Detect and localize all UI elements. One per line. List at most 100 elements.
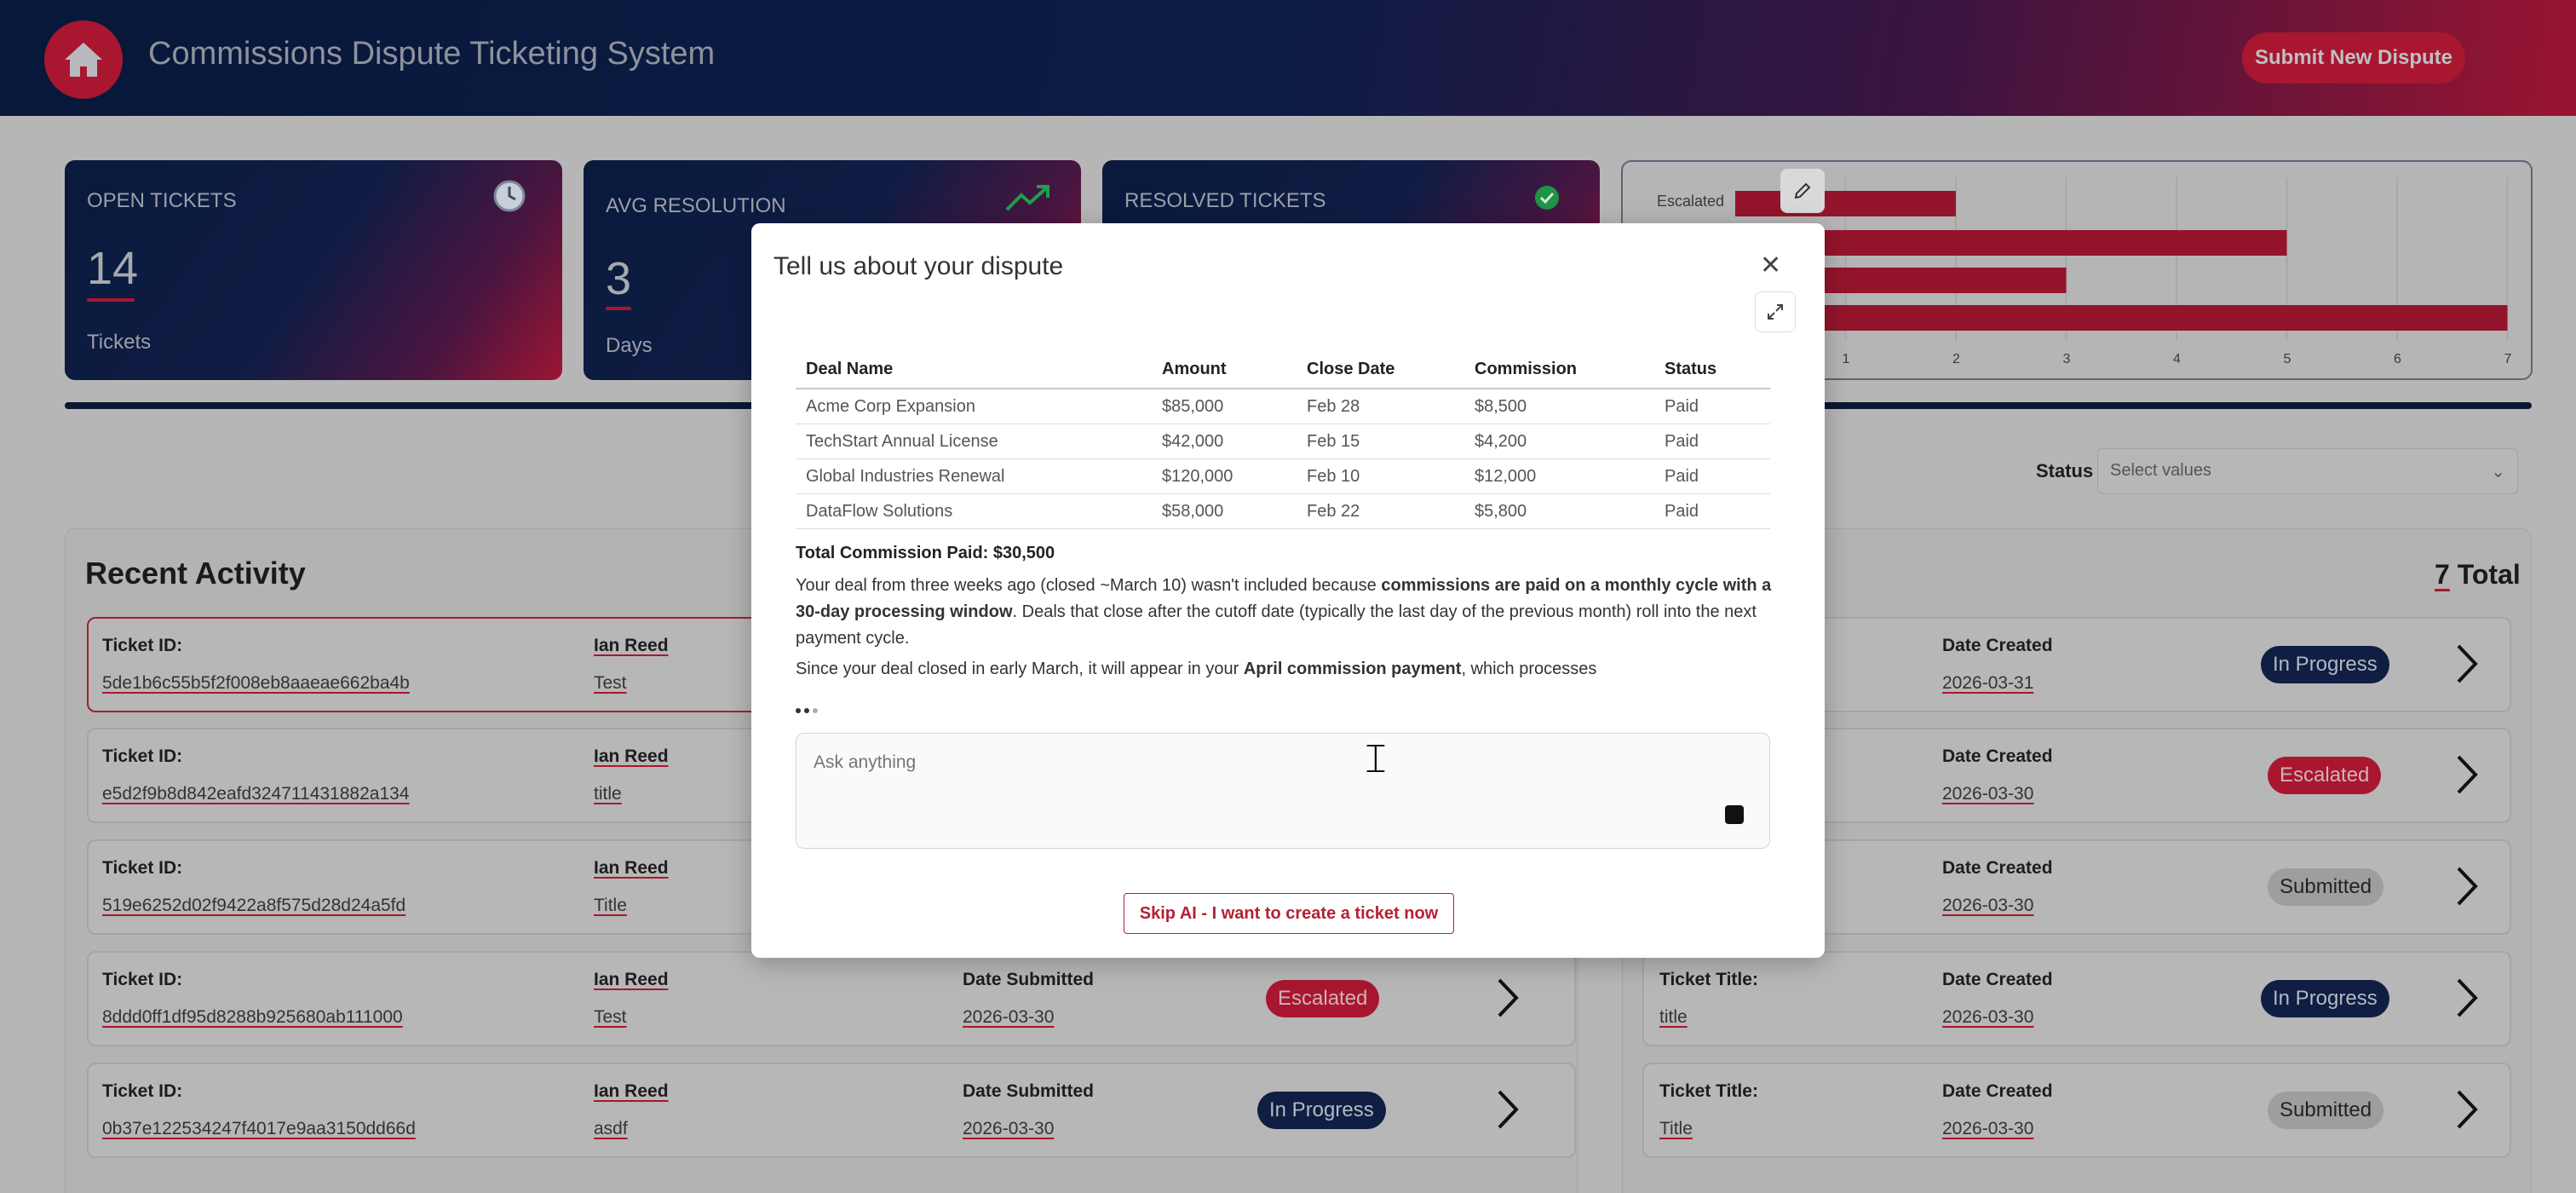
card-title: AVG RESOLUTION (606, 194, 786, 217)
status-badge: Escalated (2268, 757, 2382, 794)
status-badge: In Progress (2261, 646, 2389, 683)
ai-response-paragraph-2: Since your deal closed in early March, i… (796, 660, 1772, 679)
total-commission: Total Commission Paid: $30,500 (796, 544, 1055, 562)
expand-button[interactable] (1755, 291, 1796, 332)
status-filter-label: Status (2036, 460, 2094, 481)
date-created-label: Date Created (1942, 858, 2053, 878)
card-title: RESOLVED TICKETS (1124, 189, 1326, 212)
col-close-date: Close Date (1297, 353, 1464, 389)
status-badge: In Progress (2261, 980, 2389, 1017)
date-created-label: Date Created (1942, 970, 2053, 989)
date-submitted-value: 2026-03-30 (963, 1007, 1055, 1027)
status-cell: Paid (1654, 493, 1770, 529)
status-filter-select[interactable]: Select values ⌄ (2097, 448, 2518, 494)
x-tick-label: 5 (2284, 352, 2291, 366)
para-text: Your deal from three weeks ago (closed ~… (796, 576, 1382, 595)
date-created-value: 2026-03-30 (1942, 1007, 2034, 1027)
typing-indicator (796, 702, 821, 718)
ticket-id-label: Ticket ID: (102, 1081, 183, 1101)
pencil-icon (1794, 182, 1811, 199)
deals-table: Deal Name Amount Close Date Commission S… (796, 353, 1770, 529)
deal-row: Acme Corp Expansion $85,000 Feb 28 $8,500 Pa… (796, 389, 1770, 424)
close-date-cell: Feb 15 (1297, 424, 1464, 459)
skip-ai-button[interactable]: Skip AI - I want to create a ticket now (1124, 893, 1454, 934)
card-unit: Days (606, 334, 653, 357)
total-count-number: 7 (2435, 559, 2450, 590)
date-created-value: 2026-03-30 (1942, 784, 2034, 804)
modal-title: Tell us about your dispute (773, 252, 1064, 280)
x-tick-label: 7 (2504, 352, 2512, 366)
col-amount: Amount (1152, 353, 1297, 389)
deal-name-cell: Acme Corp Expansion (796, 389, 1152, 424)
table-header-row: Deal Name Amount Close Date Commission S… (796, 353, 1770, 389)
date-created-value: 2026-03-30 (1942, 896, 2034, 915)
chevron-right-icon[interactable] (2452, 977, 2481, 1019)
card-value: 3 (606, 253, 632, 304)
para-bold: April commission payment (1243, 660, 1462, 678)
chevron-right-icon[interactable] (1492, 977, 1521, 1019)
x-tick-label: 4 (2173, 352, 2181, 366)
date-submitted-label: Date Submitted (963, 970, 1095, 989)
clock-icon (493, 180, 526, 212)
chevron-right-icon[interactable] (2452, 753, 2481, 796)
submit-new-dispute-button[interactable]: Submit New Dispute (2242, 32, 2465, 84)
commission-cell: $12,000 (1464, 458, 1654, 494)
deal-name-cell: Global Industries Renewal (796, 458, 1152, 494)
ticket-title-label: Ticket Title: (1659, 970, 1758, 989)
para-text: , which processes (1461, 660, 1597, 678)
app-header: Commissions Dispute Ticketing System Sub… (0, 0, 2576, 116)
chevron-right-icon[interactable] (2452, 865, 2481, 908)
amount-cell: $120,000 (1152, 458, 1297, 494)
total-count: 7 Total (2435, 559, 2521, 591)
chevron-right-icon[interactable] (2452, 643, 2481, 685)
home-button[interactable] (44, 20, 123, 99)
ticket-user: Ian Reed (594, 636, 669, 655)
deal-row: DataFlow Solutions $58,000 Feb 22 $5,800 Pai… (796, 493, 1770, 529)
chevron-right-icon[interactable] (1492, 1088, 1521, 1131)
ticket-id-value[interactable]: 8ddd0ff1df95d8288b925680ab111000 (102, 1007, 403, 1028)
close-date-cell: Feb 10 (1297, 458, 1464, 494)
chevron-down-icon: ⌄ (2491, 463, 2505, 481)
ask-input[interactable] (814, 752, 1665, 773)
ticket-title-value[interactable]: Test (594, 1007, 627, 1028)
ticket-id-value[interactable]: 519e6252d02f9422a8f575d28d24a5fd (102, 896, 405, 916)
ticket-title-value[interactable]: title (594, 784, 622, 804)
card-value: 14 (87, 243, 139, 294)
x-tick-label: 6 (2394, 352, 2401, 366)
date-created-label: Date Created (1942, 636, 2053, 655)
card-title: OPEN TICKETS (87, 189, 237, 212)
total-count-suffix: Total (2449, 559, 2521, 590)
y-label-escalated: Escalated (1657, 193, 1725, 210)
deal-name-cell: TechStart Annual License (796, 424, 1152, 459)
card-unit: Tickets (87, 331, 152, 354)
commission-cell: $8,500 (1464, 389, 1654, 424)
ticket-user: Ian Reed (594, 970, 669, 989)
ticket-id-value[interactable]: 5de1b6c55b5f2f008eb8aaeae662ba4b (102, 673, 410, 694)
commission-cell: $4,200 (1464, 424, 1654, 459)
ticket-title-value[interactable]: Title (594, 896, 627, 916)
ticket-id-value[interactable]: e5d2f9b8d842eafd324711431882a134 (102, 784, 410, 804)
ticket-id-label: Ticket ID: (102, 970, 183, 989)
ticket-title-value[interactable]: Title (1659, 1119, 1693, 1139)
stop-icon[interactable] (1725, 805, 1744, 824)
close-date-cell: Feb 22 (1297, 493, 1464, 529)
close-date-cell: Feb 28 (1297, 389, 1464, 424)
ticket-id-label: Ticket ID: (102, 746, 183, 766)
ticket-title-value[interactable]: asdf (594, 1119, 628, 1139)
ticket-title-value[interactable]: title (1659, 1007, 1688, 1028)
amount-cell: $85,000 (1152, 389, 1297, 424)
amount-cell: $42,000 (1152, 424, 1297, 459)
ticket-id-value[interactable]: 0b37e122534247f4017e9aa3150dd66d (102, 1119, 416, 1139)
edit-button[interactable] (1780, 169, 1825, 213)
col-deal-name: Deal Name (796, 353, 1152, 389)
close-icon[interactable]: ✕ (1760, 251, 1781, 280)
chevron-right-icon[interactable] (2452, 1088, 2481, 1131)
app-title: Commissions Dispute Ticketing System (148, 36, 716, 72)
ticket-title-value[interactable]: Test (594, 673, 627, 694)
date-created-label: Date Created (1942, 1081, 2053, 1101)
date-submitted-value: 2026-03-30 (963, 1119, 1055, 1138)
expand-icon (1768, 304, 1783, 320)
ask-input-box[interactable] (796, 733, 1770, 849)
deal-row: TechStart Annual License $42,000 Feb 15 $4,… (796, 424, 1770, 459)
status-cell: Paid (1654, 389, 1770, 424)
